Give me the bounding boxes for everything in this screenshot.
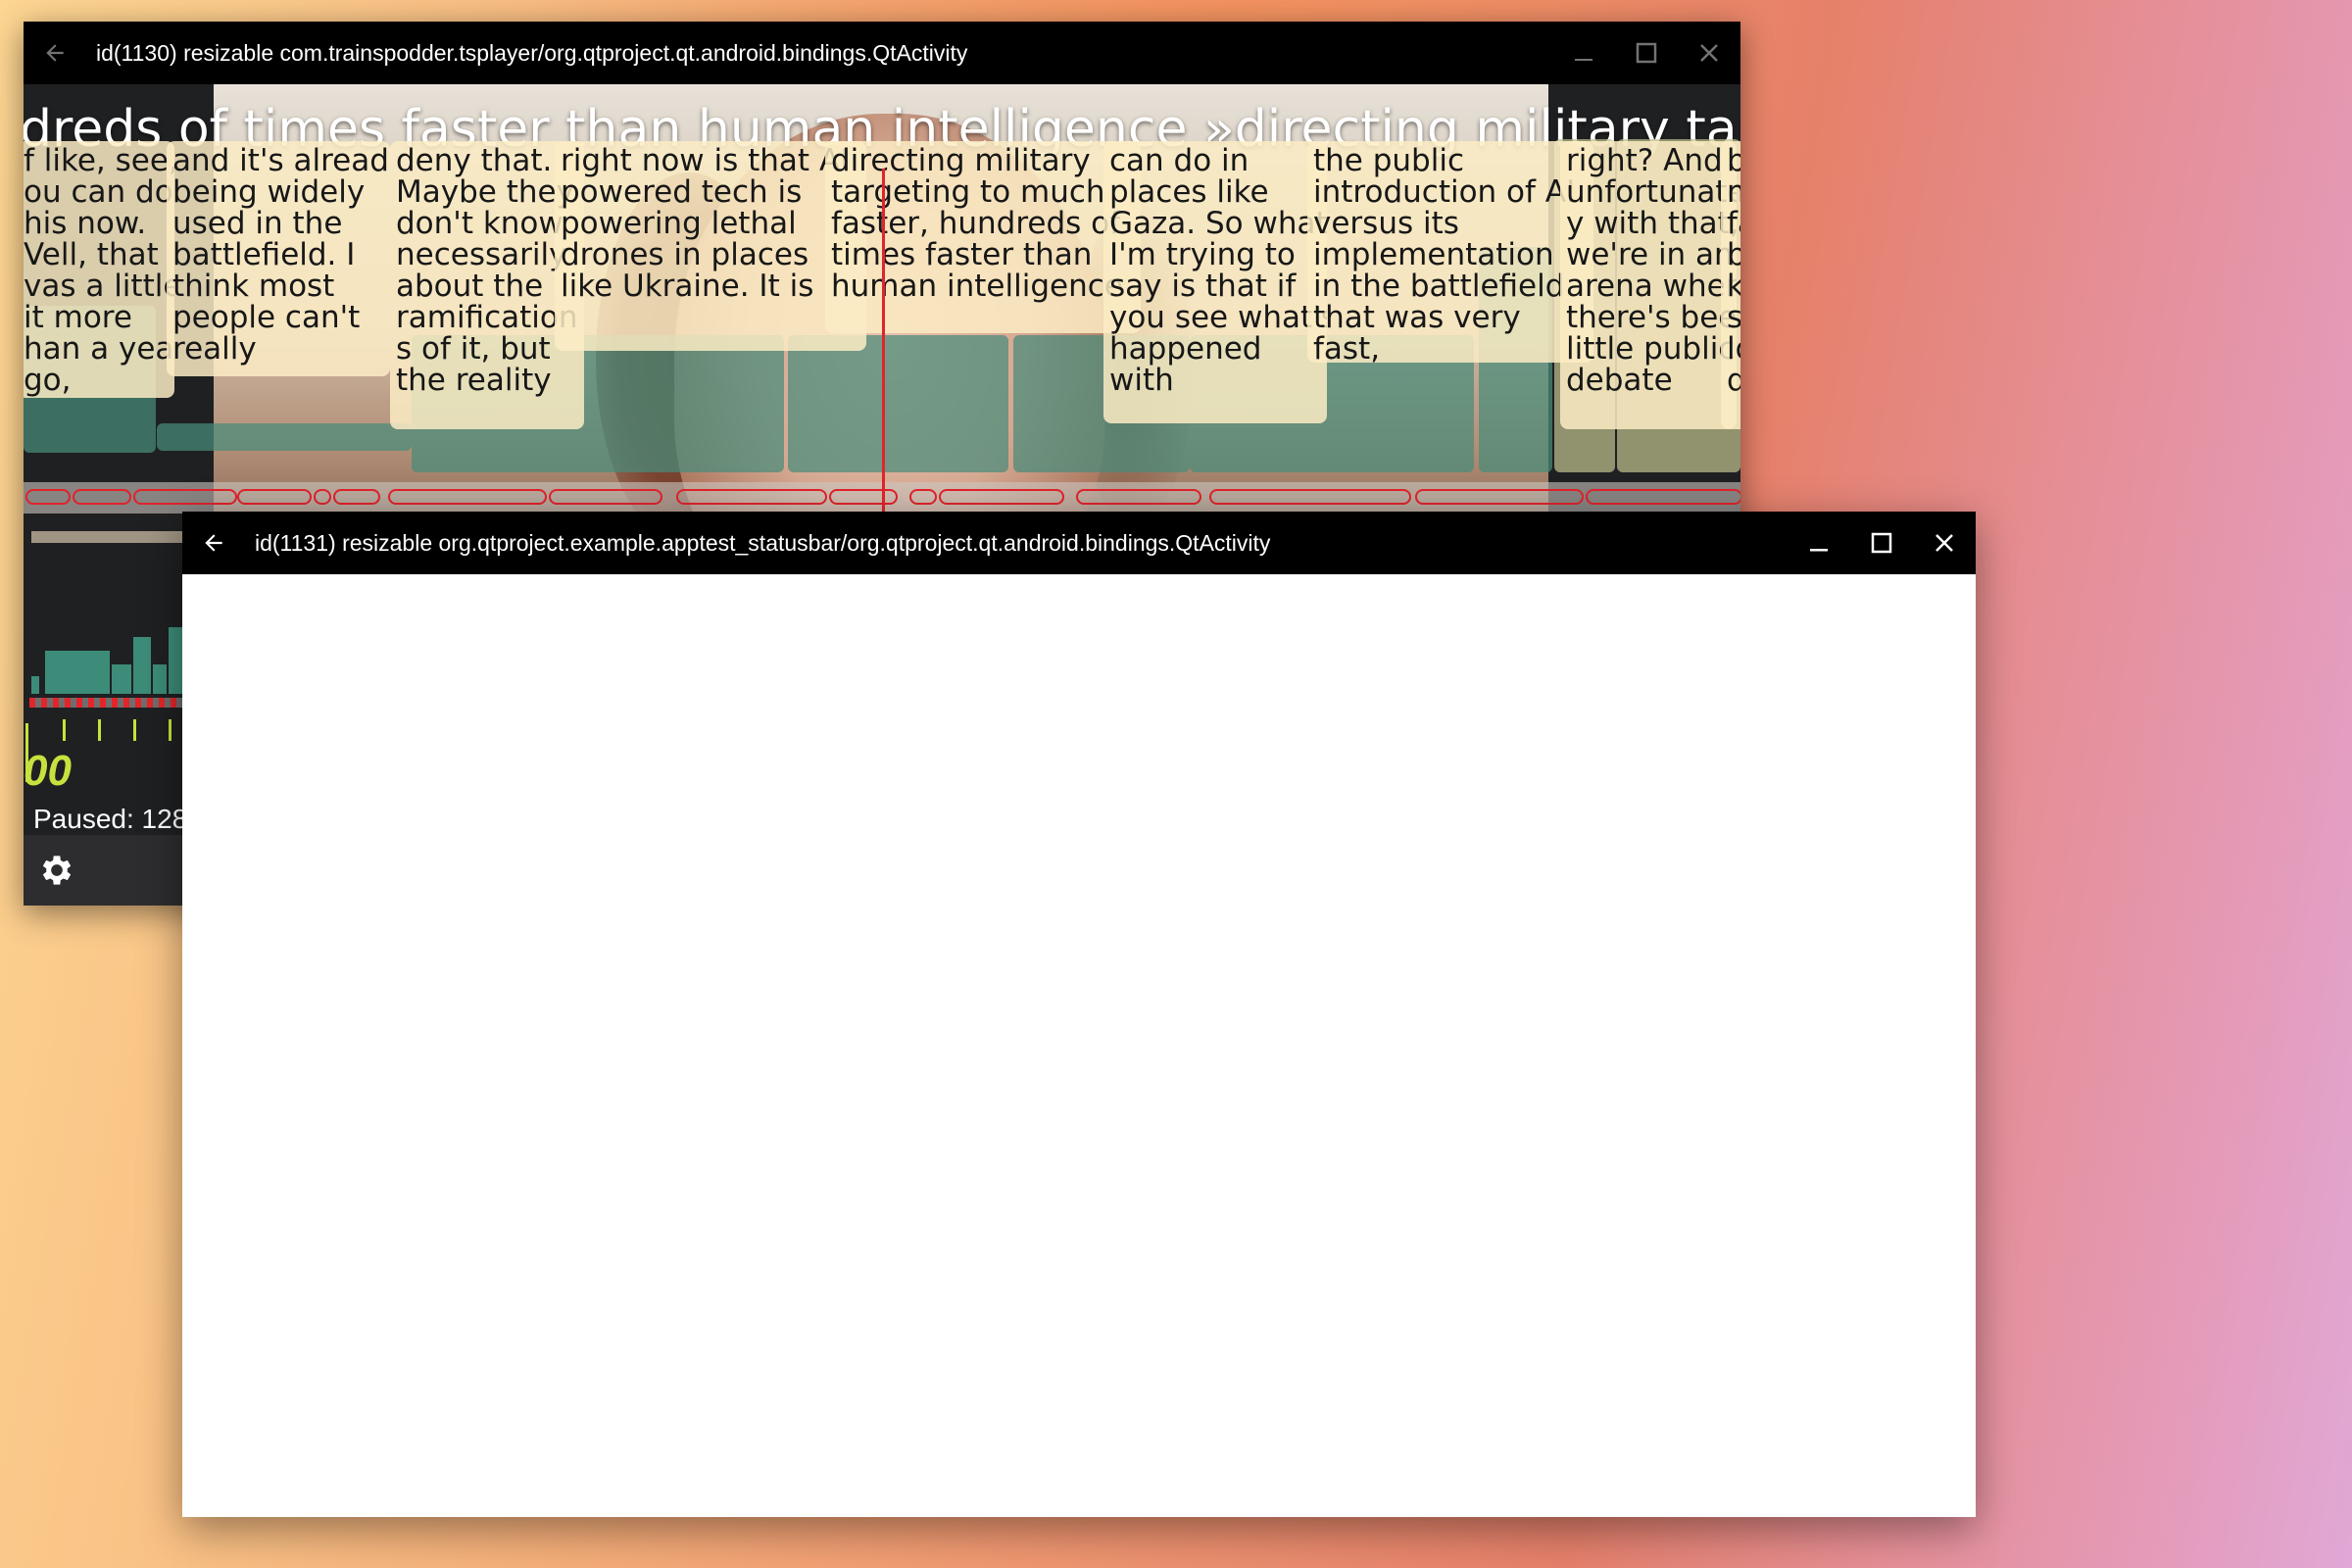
caption-block[interactable]: the public introduction of AI versus its… [1307,141,1593,363]
apptest-statusbar-window[interactable]: id(1131) resizable org.qtproject.example… [182,512,1976,1517]
segment-pill[interactable] [676,489,827,505]
caption-block[interactable]: b m fa b k s lo d [1721,141,1740,429]
segment-pill[interactable] [1076,489,1201,505]
timeline-block[interactable] [157,423,412,451]
back-button[interactable] [24,22,86,84]
close-icon [1700,44,1718,62]
back-button[interactable] [182,512,245,574]
segment-pill[interactable] [314,489,331,505]
window-title: id(1131) resizable org.qtproject.example… [255,529,1271,556]
app-content-area[interactable] [182,574,1976,1517]
maximize-button[interactable] [1615,22,1678,84]
gear-icon [42,856,72,885]
window-title: id(1130) resizable com.trainspodder.tspl… [96,39,968,66]
close-button[interactable] [1678,22,1740,84]
time-ticks [29,719,206,741]
segment-pill[interactable] [939,489,1064,505]
minimize-button[interactable] [1788,512,1850,574]
close-button[interactable] [1913,512,1976,574]
minimize-icon [1575,59,1592,61]
segment-strip [29,698,206,708]
segment-pill[interactable] [1209,489,1411,505]
segment-pill[interactable] [237,489,312,505]
segment-pill[interactable] [25,489,71,505]
settings-button[interactable] [37,851,76,890]
close-icon [1936,534,1953,552]
arrow-left-icon [46,44,64,62]
level-histogram [31,610,208,694]
time-display: 00 [24,747,72,795]
timeline-block[interactable] [788,335,1008,472]
caption-block[interactable]: and it's already being widely used in th… [167,141,390,376]
apptest-titlebar[interactable]: id(1131) resizable org.qtproject.example… [182,512,1976,574]
caption-block[interactable]: right? And unfortunately y with that, we… [1560,141,1737,429]
segment-pill[interactable] [1415,489,1584,505]
paused-status: Paused: 1280 [33,804,203,834]
caption-block[interactable]: f like, see, ou can do his now. Vell, th… [24,141,174,398]
playhead[interactable] [882,169,885,533]
segment-pill[interactable] [1586,489,1740,505]
segment-pill[interactable] [549,489,662,505]
segment-pill[interactable] [388,489,547,505]
waveform-strip [31,531,198,543]
caption-block[interactable]: can do in places like Gaza. So what I'm … [1103,141,1327,423]
maximize-button[interactable] [1850,512,1913,574]
maximize-icon [1636,42,1657,64]
segment-pill[interactable] [909,489,937,505]
tsplayer-titlebar[interactable]: id(1130) resizable com.trainspodder.tspl… [24,22,1740,84]
minimize-button[interactable] [1552,22,1615,84]
arrow-left-icon [205,534,222,552]
segment-pill[interactable] [333,489,380,505]
segment-pill[interactable] [133,489,237,505]
caption-block[interactable]: directing military targeting to much fas… [825,141,1141,333]
maximize-icon [1871,532,1892,554]
segment-pill[interactable] [829,489,898,505]
caption-block[interactable]: right now is that AI powered tech is pow… [555,141,866,351]
segment-pill[interactable] [73,489,131,505]
minimize-icon [1810,549,1828,552]
